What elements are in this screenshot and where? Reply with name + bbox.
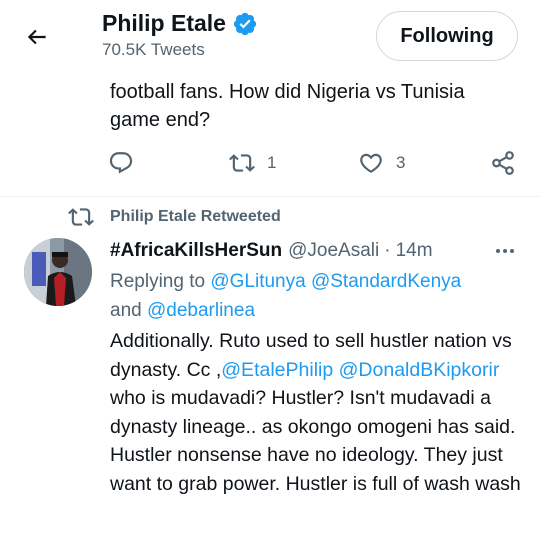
tweet-timestamp[interactable]: 14m	[396, 240, 433, 262]
retweeted-by-label: Philip Etale Retweeted	[110, 208, 281, 225]
previous-tweet-text: football fans. How did Nigeria vs Tunisi…	[110, 81, 465, 131]
back-arrow-icon	[27, 29, 46, 45]
mention-link[interactable]: @debarlinea	[147, 300, 255, 321]
following-button[interactable]: Following	[376, 11, 518, 61]
retweet-icon	[68, 208, 94, 226]
tweet-count: 70.5K Tweets	[102, 40, 205, 59]
separator-dot: ·	[384, 240, 391, 261]
reply-icon	[109, 152, 133, 174]
header-name-row: Philip Etale	[102, 10, 258, 37]
tweet-header: #AfricaKillsHerSun @JoeAsali · 14m	[110, 238, 520, 264]
mention-link[interactable]: @DonaldBKipkorir	[339, 359, 500, 381]
mention-link[interactable]: @EtalePhilip	[221, 359, 333, 381]
mention-link[interactable]: @GLitunya	[210, 271, 305, 292]
profile-header: Philip Etale 70.5K Tweets Following	[0, 0, 540, 72]
tweet-divider	[0, 196, 540, 197]
more-options-button[interactable]	[490, 238, 520, 264]
retweet-button[interactable]: 1	[229, 150, 276, 176]
replying-to-label: Replying to	[110, 271, 206, 292]
more-icon	[496, 249, 514, 253]
and-label: and	[110, 300, 142, 321]
share-button[interactable]	[490, 150, 516, 176]
like-icon	[360, 153, 382, 173]
retweeted-by-row[interactable]: Philip Etale Retweeted	[68, 206, 281, 228]
author-name[interactable]: #AfricaKillsHerSun	[110, 240, 282, 262]
avatar[interactable]	[24, 238, 92, 306]
like-button[interactable]: 3	[358, 150, 405, 176]
verified-badge-icon	[233, 12, 257, 35]
tweet-text: who is mudavadi? Hustler? Isn't mudavadi…	[110, 387, 521, 495]
profile-name: Philip Etale	[102, 10, 226, 36]
retweet-count: 1	[267, 153, 277, 172]
replying-to: Replying to @GLitunya @StandardKenya and…	[110, 267, 520, 325]
author-handle[interactable]: @JoeAsali	[288, 240, 379, 262]
tweet-actions: 1 3	[108, 150, 528, 182]
avatar-image	[24, 238, 92, 306]
mention-link[interactable]: @StandardKenya	[311, 271, 461, 292]
tweet-body: Additionally. Ruto used to sell hustler …	[110, 327, 525, 499]
retweet-icon	[229, 154, 255, 172]
like-count: 3	[396, 153, 406, 172]
reply-button[interactable]	[108, 150, 146, 176]
share-icon	[492, 151, 514, 175]
back-button[interactable]	[20, 20, 54, 54]
